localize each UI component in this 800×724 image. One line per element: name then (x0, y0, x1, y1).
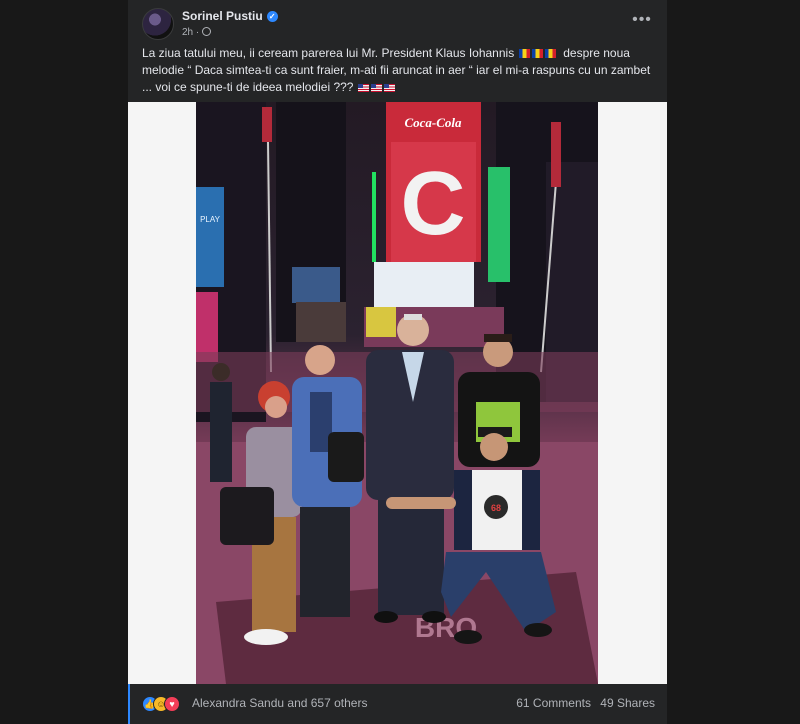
post-text-line1b: despre noua (563, 46, 630, 60)
police-officer (210, 382, 232, 482)
post-timestamp[interactable]: 2h (182, 27, 193, 38)
post-meta: 2h · (182, 27, 212, 38)
billboard-left-text: PLAY (200, 215, 221, 224)
engagement-counts: 61 Comments 49 Shares (510, 696, 655, 710)
post-text-line2: melodie “ Daca simtea-ti ca sunt fraier,… (142, 63, 651, 77)
post-text-line3: ... voi ce spune-ti de ideea melodiei ??… (142, 80, 354, 94)
usa-flag-icon (357, 84, 369, 92)
romania-flag-icon (518, 49, 530, 58)
backpack (328, 432, 364, 482)
reactors-summary[interactable]: Alexandra Sandu and 657 others (192, 696, 367, 710)
billboard-left (196, 187, 224, 287)
shares-count[interactable]: 49 Shares (600, 696, 655, 710)
more-options-button[interactable]: ••• (631, 12, 653, 34)
post-text-line1: La ziua tatului meu, ii ceream parerea l… (142, 46, 515, 60)
post-footer: 👍 ☺ ♥ Alexandra Sandu and 657 others 61 … (128, 684, 667, 724)
author-name-text[interactable]: Sorinel Pustiu (182, 9, 263, 23)
author-name[interactable]: Sorinel Pustiu ✓ (182, 9, 278, 23)
verified-badge-icon: ✓ (266, 11, 278, 22)
green-screen (488, 167, 510, 282)
comments-count[interactable]: 61 Comments (516, 696, 591, 710)
coca-cola-text: Coca-Cola (404, 115, 462, 130)
post-photo-frame: PLAY Coca-Cola C BRO 68 (128, 102, 667, 684)
facebook-post: Sorinel Pustiu ✓ 2h · ••• La ziua tatului… (128, 0, 667, 724)
post-header: Sorinel Pustiu ✓ 2h · ••• (142, 8, 657, 40)
more-horizontal-icon: ••• (632, 11, 652, 28)
post-photo[interactable]: PLAY Coca-Cola C BRO 68 (196, 102, 598, 684)
post-text: La ziua tatului meu, ii ceream parerea l… (142, 45, 658, 96)
shirt-logo-text: 68 (491, 503, 501, 513)
usa-flag-icon (383, 84, 395, 92)
screen-white (374, 262, 474, 307)
romania-flag-icon (531, 49, 543, 58)
author-avatar[interactable] (142, 8, 174, 40)
man-dark-suit (366, 314, 454, 623)
handbag (220, 487, 274, 545)
love-reaction-icon: ♥ (164, 696, 180, 712)
sign-letter: C (401, 154, 466, 254)
globe-icon (202, 27, 212, 36)
usa-flag-icon (370, 84, 382, 92)
romania-flag-icon (544, 49, 556, 58)
